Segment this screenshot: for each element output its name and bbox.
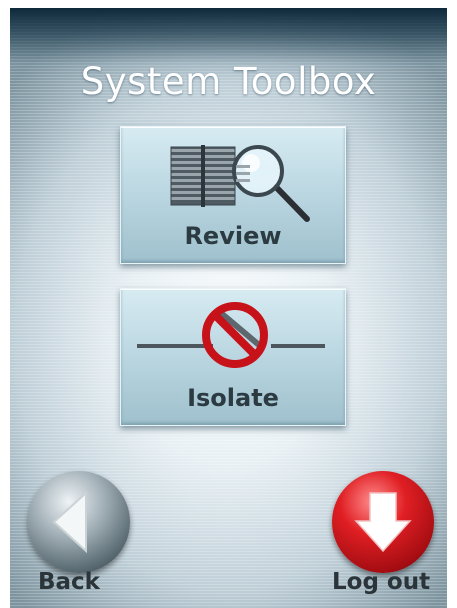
review-button[interactable]: Review (120, 126, 346, 264)
document-magnifier-icon (170, 145, 310, 222)
page-title: System Toolbox (80, 60, 377, 103)
prohibited-switch-icon (137, 302, 325, 368)
back-label: Back (38, 569, 100, 595)
toolbox-screen: System Toolbox Review Isolate Back Log o… (10, 8, 447, 608)
review-label: Review (184, 222, 282, 250)
back-button[interactable] (28, 471, 130, 573)
isolate-label: Isolate (187, 384, 279, 412)
isolate-button[interactable]: Isolate (120, 288, 346, 426)
left-arrow-icon (52, 490, 87, 554)
down-arrow-icon (354, 492, 412, 553)
log-out-label: Log out (332, 569, 431, 595)
log-out-button[interactable] (332, 471, 434, 573)
